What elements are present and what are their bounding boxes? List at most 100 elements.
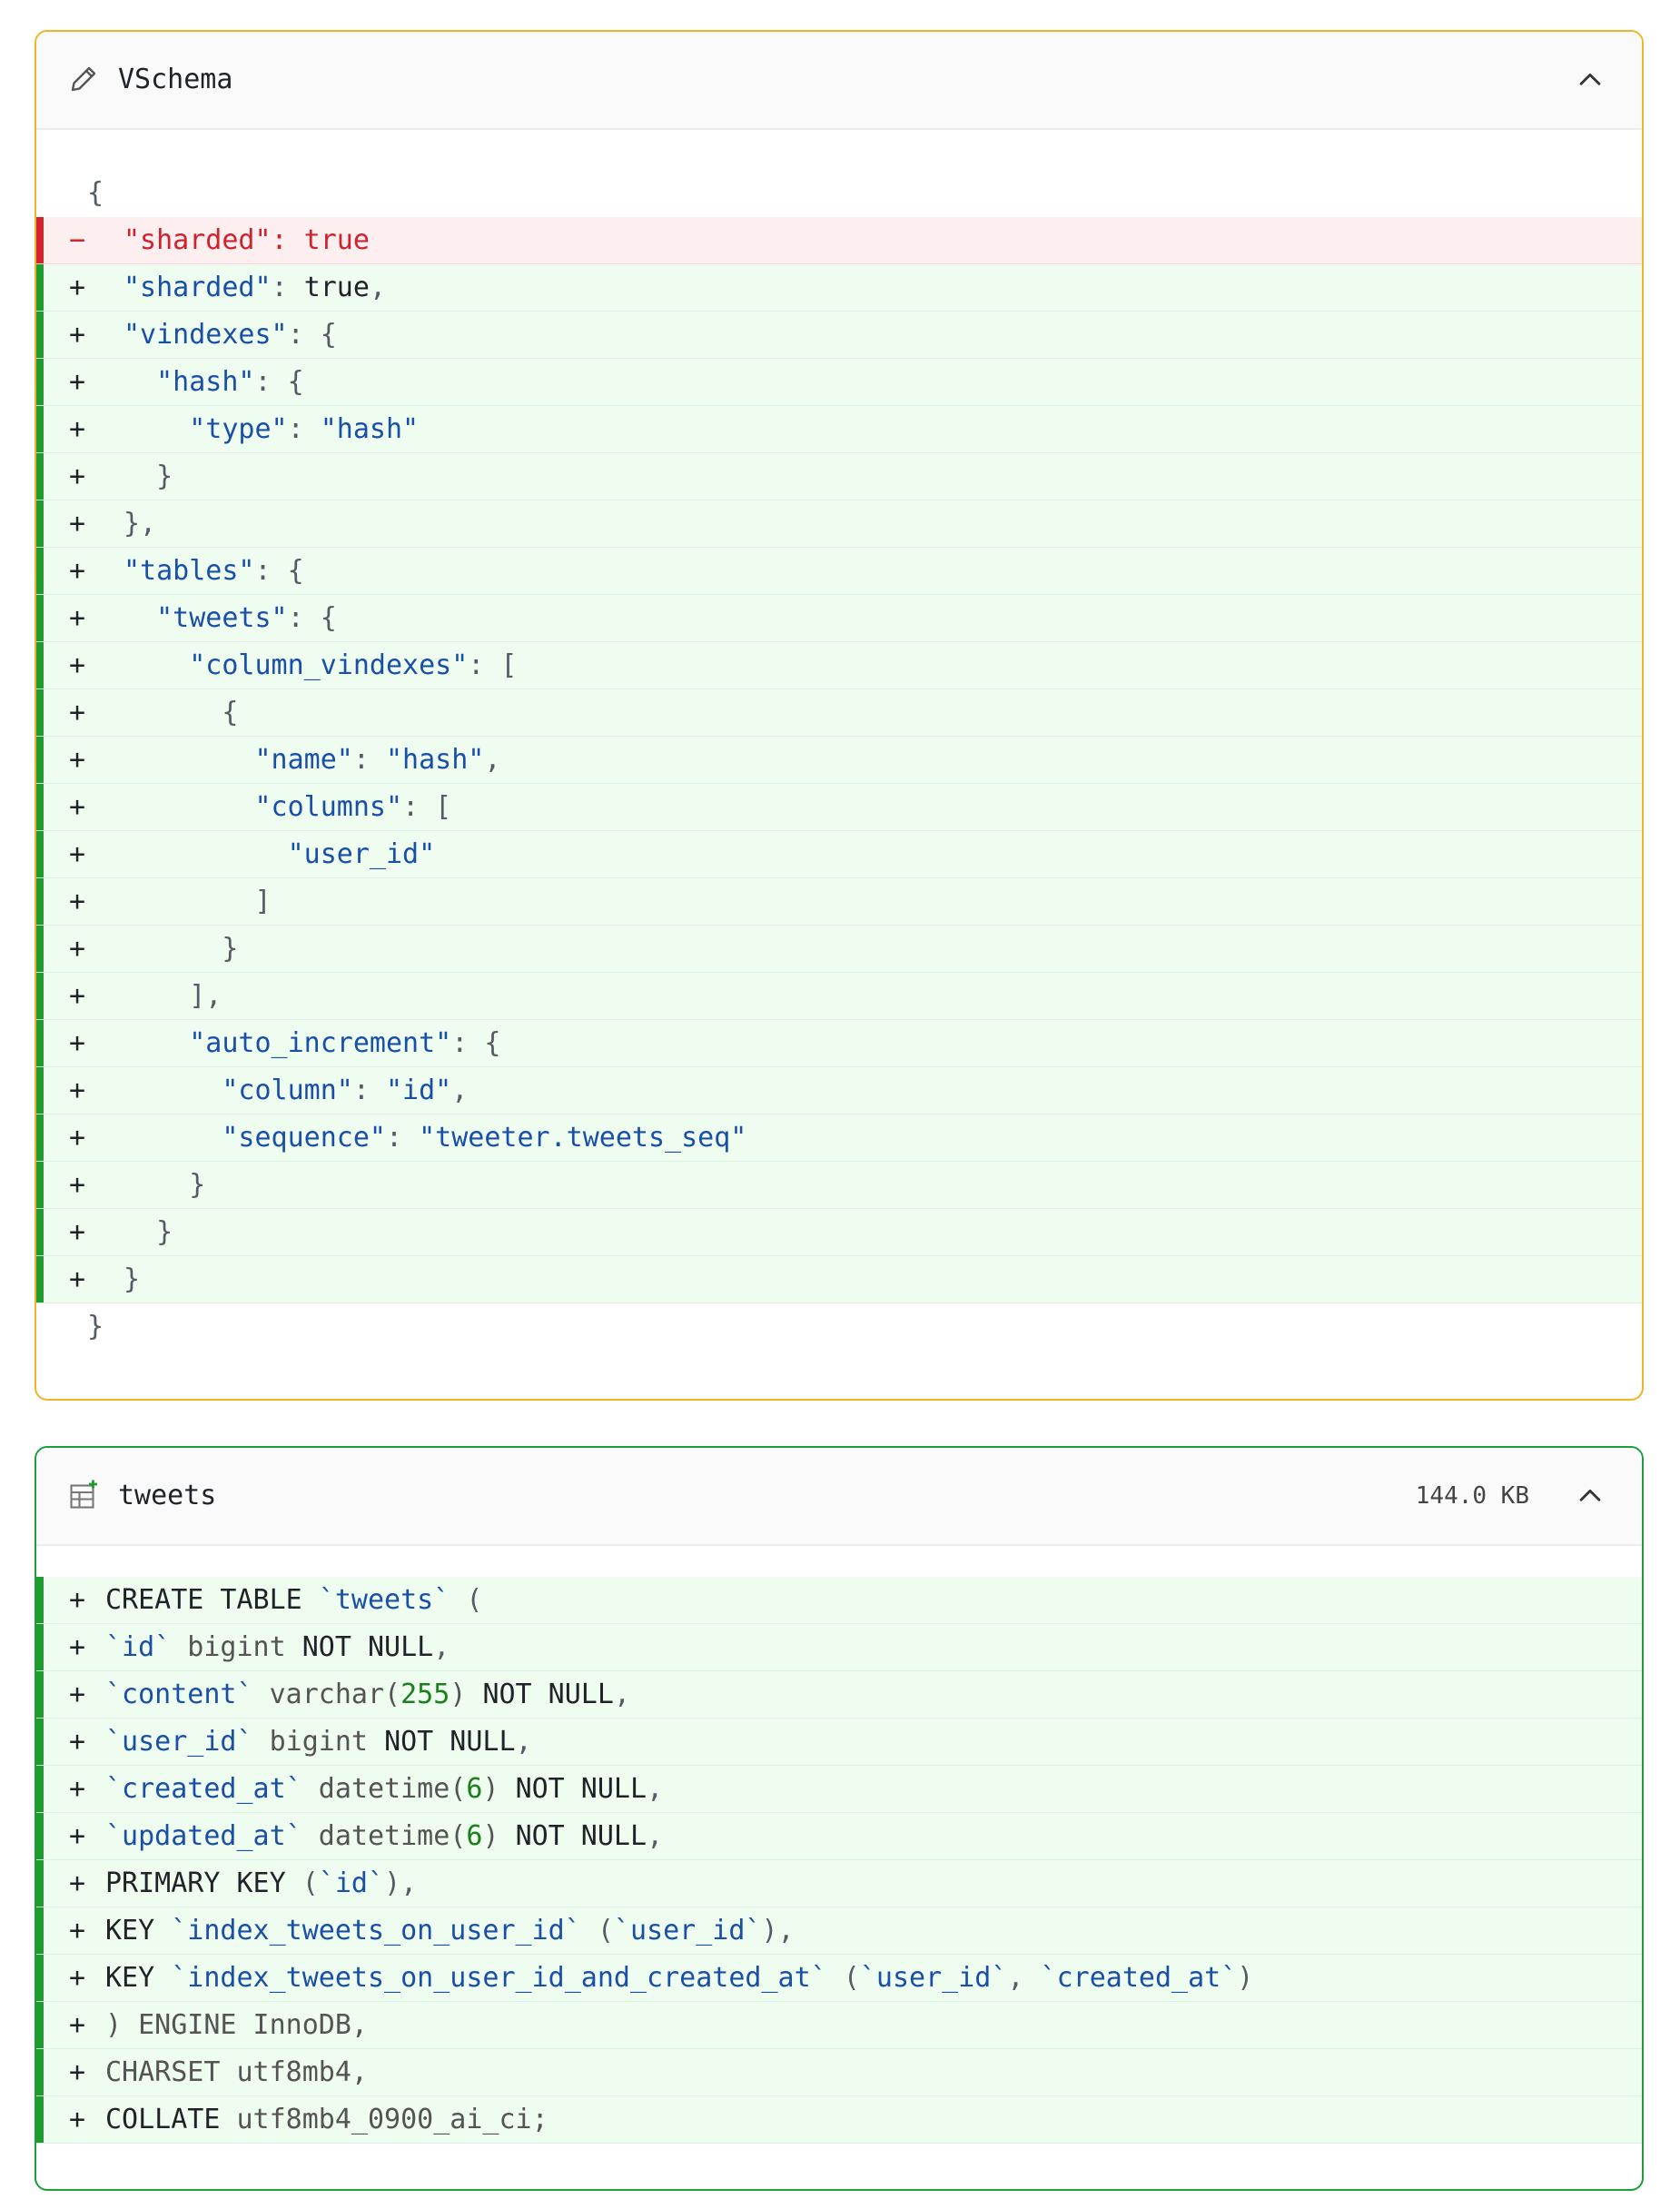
code-token: , (451, 1075, 469, 1106)
added-line: + "sharded": true, (36, 264, 1642, 312)
diff-marker: + (69, 1075, 86, 1106)
added-line: + CREATE TABLE `tweets` ( (36, 1577, 1642, 1624)
added-line: + `updated_at` datetime(6) NOT NULL, (36, 1813, 1642, 1860)
code-token: bigint (252, 1726, 385, 1758)
code-token: datetime( (301, 1820, 467, 1852)
diff-marker: + (69, 319, 86, 351)
code-token: ) (482, 1820, 516, 1852)
diff-marker: + (69, 980, 86, 1012)
added-line: + "sequence": "tweeter.tweets_seq" (36, 1114, 1642, 1162)
code-token: `updated_at` (105, 1820, 302, 1852)
code-text: ) ENGINE InnoDB, (105, 2002, 368, 2049)
code-token: `id` (105, 1631, 172, 1663)
code-token: ), (384, 1867, 418, 1899)
chevron-up-icon[interactable] (1575, 1481, 1606, 1511)
diff-marker: + (69, 886, 86, 917)
diff-marker: + (69, 508, 86, 540)
code-token: }, (124, 508, 157, 540)
code-token: NOT NULL (482, 1679, 614, 1710)
diff-marker: + (69, 272, 86, 303)
code-token: utf8mb4_0900_ai_ci; (236, 2104, 548, 2135)
code-token: : [ (402, 791, 452, 823)
code-token: "id" (386, 1075, 452, 1106)
code-text: } (124, 1256, 140, 1303)
code-text: KEY `index_tweets_on_user_id_and_created… (105, 1955, 1253, 2002)
added-line: + "column": "id", (36, 1067, 1642, 1114)
diff-marker: + (69, 1867, 86, 1899)
code-token: ) (1237, 1962, 1254, 1994)
vschema-card: VSchema {− "sharded": true + "sharded": tru… (35, 30, 1644, 1401)
code-token: NOT NULL (515, 1773, 647, 1805)
diff-marker: + (69, 744, 86, 776)
diff-marker: + (69, 413, 86, 445)
code-token: bigint (171, 1631, 302, 1663)
code-token: `index_tweets_on_user_id` (171, 1915, 581, 1946)
code-text: }, (124, 500, 156, 548)
added-line: + `content` varchar(255) NOT NULL, (36, 1671, 1642, 1719)
diff-marker: − (69, 224, 86, 256)
code-token: } (124, 461, 173, 492)
added-line: + } (36, 1209, 1642, 1256)
diff-marker: + (69, 1679, 86, 1710)
added-line: + "hash": { (36, 359, 1642, 406)
code-token: `tweets` (318, 1584, 450, 1616)
code-token: ( (826, 1962, 860, 1994)
added-line: + } (36, 453, 1642, 500)
code-token: { (124, 697, 239, 728)
code-token: : { (287, 319, 337, 351)
code-text: { (124, 689, 238, 737)
added-line: + ], (36, 973, 1642, 1020)
added-line: + `id` bigint NOT NULL, (36, 1624, 1642, 1671)
added-line: + KEY `index_tweets_on_user_id` (`user_id… (36, 1907, 1642, 1955)
code-text: } (87, 1303, 104, 1351)
diff-marker: + (69, 791, 86, 823)
code-token: varchar( (252, 1679, 401, 1710)
code-token: : (271, 272, 304, 303)
code-token: `user_id` (105, 1726, 253, 1758)
code-token: : { (451, 1027, 501, 1059)
diff-marker: + (69, 1122, 86, 1154)
code-token: "hash" (320, 413, 420, 445)
code-text: "column": "id", (124, 1067, 468, 1114)
code-token: CREATE TABLE (105, 1584, 319, 1616)
vschema-header[interactable]: VSchema (36, 32, 1642, 130)
context-line: } (36, 1303, 1642, 1351)
diff-marker: + (69, 555, 86, 587)
code-text: COLLATE utf8mb4_0900_ai_ci; (105, 2096, 548, 2144)
chevron-up-icon[interactable] (1575, 64, 1606, 95)
code-token: NOT NULL (384, 1726, 516, 1758)
code-text: `id` bigint NOT NULL, (105, 1624, 450, 1671)
code-token: } (124, 1263, 141, 1295)
code-token: "auto_increment" (189, 1027, 452, 1059)
code-token: "sequence" (222, 1122, 386, 1154)
diff-marker: + (69, 1216, 86, 1248)
code-token: "column_vindexes" (189, 649, 469, 681)
added-line: + } (36, 926, 1642, 973)
added-line: + "tweets": { (36, 595, 1642, 642)
code-token: ( (450, 1584, 483, 1616)
code-token: : (386, 1122, 420, 1154)
tweets-table-card: tweets 144.0 KB + CREATE TABLE `tweets` (… (35, 1446, 1644, 2191)
diff-marker: + (69, 1820, 86, 1852)
code-token: } (124, 1169, 206, 1201)
added-line: +}, (36, 500, 1642, 548)
code-token: "tweets" (156, 602, 288, 634)
code-text: `updated_at` datetime(6) NOT NULL, (105, 1813, 663, 1860)
code-token: "column" (222, 1075, 353, 1106)
code-token: ( (580, 1915, 614, 1946)
context-line: { (36, 170, 1642, 217)
code-token: : [ (468, 649, 518, 681)
code-text: "user_id" (124, 831, 436, 878)
code-text: { (87, 170, 104, 217)
code-token: `user_id` (859, 1962, 1008, 1994)
code-text: } (124, 453, 173, 500)
diff-marker: + (69, 697, 86, 728)
code-text: "sequence": "tweeter.tweets_seq" (124, 1114, 746, 1162)
code-token: ), (761, 1915, 795, 1946)
added-line: + } (36, 1162, 1642, 1209)
tweets-header[interactable]: tweets 144.0 KB (36, 1448, 1642, 1546)
code-text: } (124, 1162, 205, 1209)
